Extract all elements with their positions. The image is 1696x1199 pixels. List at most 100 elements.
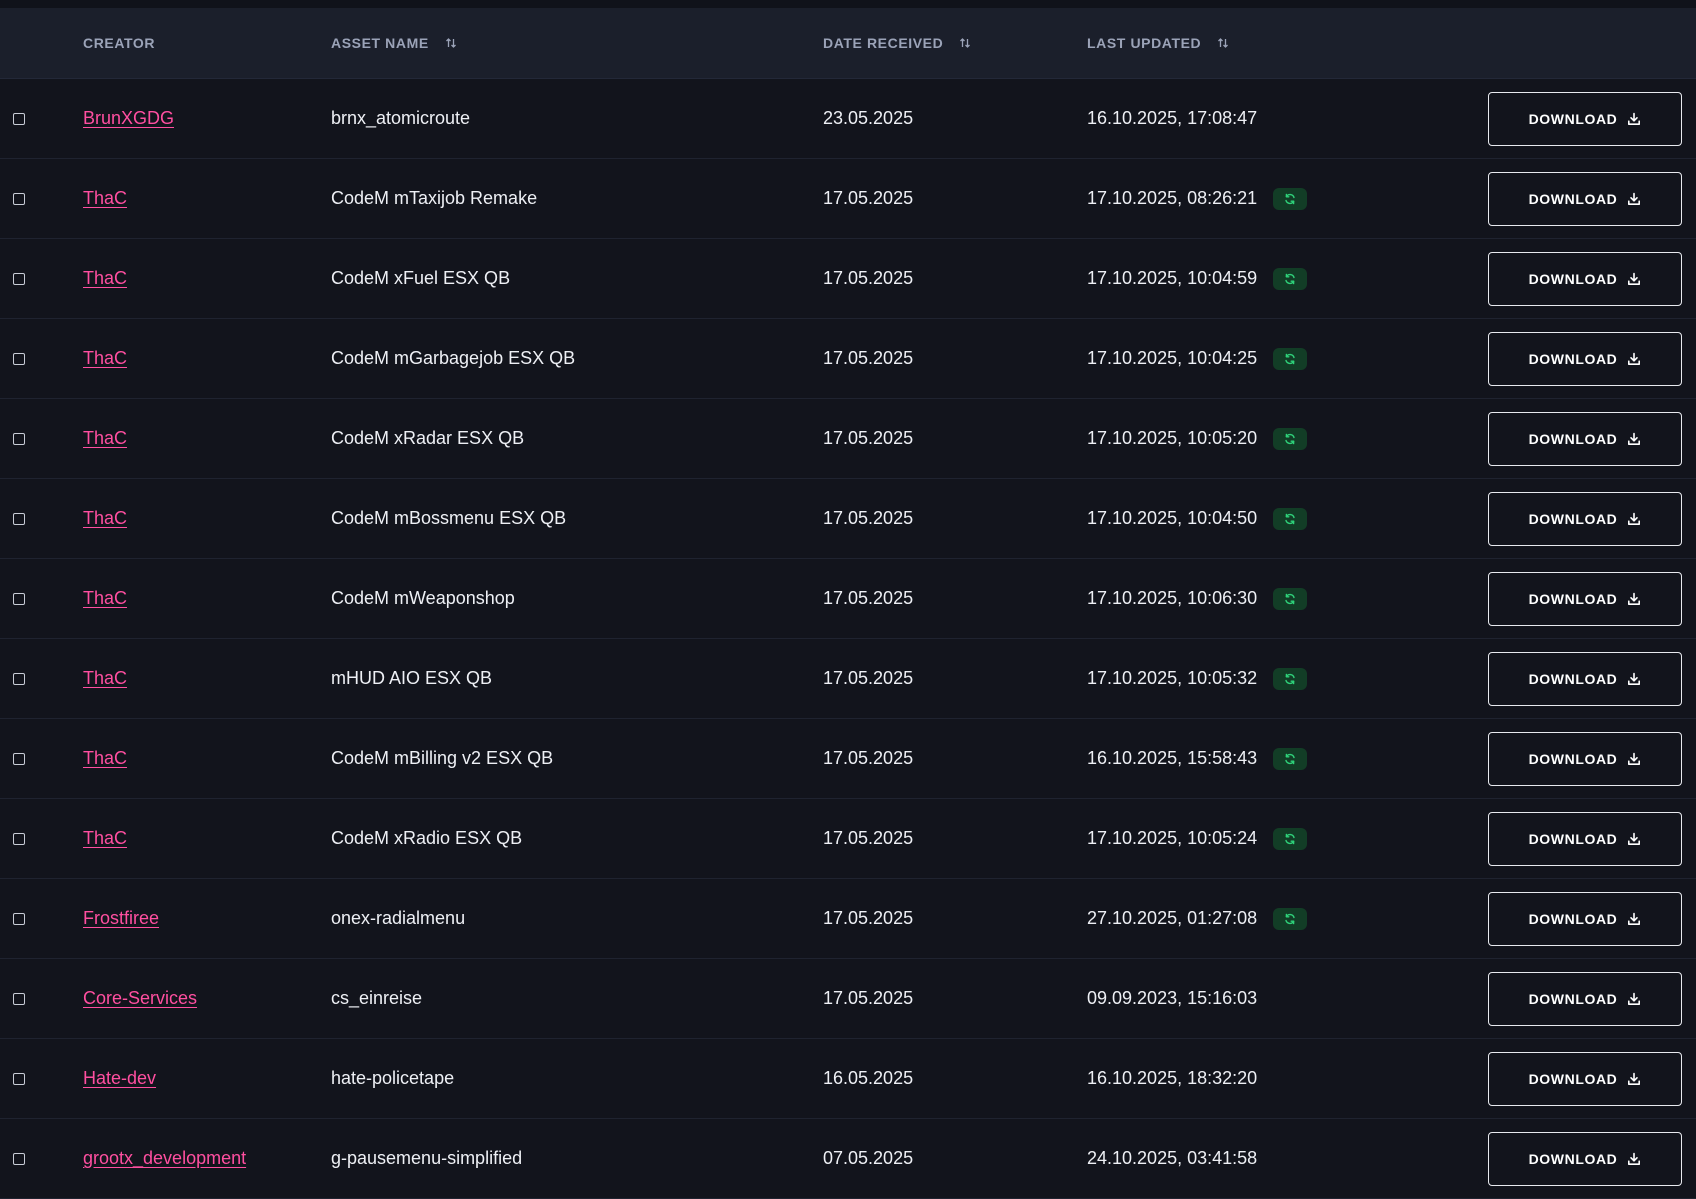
download-button[interactable]: DOWNLOAD — [1488, 1051, 1682, 1106]
download-button-label: DOWNLOAD — [1528, 110, 1618, 127]
row-checkbox[interactable] — [13, 592, 25, 605]
column-header-date-received[interactable]: DATE RECEIVED — [823, 8, 971, 78]
download-button[interactable]: DOWNLOAD — [1488, 731, 1682, 786]
creator-link[interactable]: ThaC — [83, 428, 127, 449]
row-select-cell — [13, 159, 25, 238]
download-button-label: DOWNLOAD — [1528, 990, 1618, 1007]
creator-link[interactable]: ThaC — [83, 348, 127, 369]
download-button[interactable]: DOWNLOAD — [1488, 411, 1682, 466]
date-received-cell: 23.05.2025 — [823, 79, 913, 158]
download-button-label: DOWNLOAD — [1528, 830, 1618, 847]
column-header-creator-label: CREATOR — [83, 35, 156, 51]
download-button[interactable]: DOWNLOAD — [1488, 491, 1682, 546]
last-updated: 27.10.2025, 01:27:08 — [1087, 908, 1258, 928]
column-header-asset-name[interactable]: ASSET NAME — [331, 8, 457, 78]
last-updated-cell: 17.10.2025, 10:04:59 — [1087, 239, 1308, 318]
row-checkbox[interactable] — [13, 672, 25, 685]
row-select-cell — [13, 559, 25, 638]
action-cell: DOWNLOAD — [1488, 639, 1682, 718]
creator-cell: ThaC — [83, 239, 127, 318]
creator-link[interactable]: Hate-dev — [83, 1068, 156, 1089]
last-updated-cell: 09.09.2023, 15:16:03 — [1087, 959, 1257, 1038]
creator-cell: ThaC — [83, 159, 127, 238]
creator-cell: Core-Services — [83, 959, 197, 1038]
download-button[interactable]: DOWNLOAD — [1488, 171, 1682, 226]
creator-link[interactable]: Frostfiree — [83, 908, 159, 929]
creator-link[interactable]: Core-Services — [83, 988, 197, 1009]
action-cell: DOWNLOAD — [1488, 79, 1682, 158]
asset-name: cs_einreise — [331, 988, 423, 1008]
row-checkbox[interactable] — [13, 432, 25, 445]
sort-icon[interactable] — [1217, 37, 1229, 49]
row-checkbox[interactable] — [13, 1152, 25, 1165]
creator-cell: ThaC — [83, 399, 127, 478]
last-updated: 17.10.2025, 10:04:25 — [1087, 348, 1258, 368]
date-received: 17.05.2025 — [823, 348, 914, 368]
action-cell: DOWNLOAD — [1488, 1039, 1682, 1118]
sort-icon[interactable] — [445, 37, 457, 49]
asset-name-cell: CodeM mTaxijob Remake — [331, 159, 537, 238]
creator-cell: ThaC — [83, 719, 127, 798]
download-button[interactable]: DOWNLOAD — [1488, 251, 1682, 306]
download-button-label: DOWNLOAD — [1528, 750, 1618, 767]
last-updated: 17.10.2025, 10:05:20 — [1087, 428, 1258, 448]
date-received: 17.05.2025 — [823, 828, 914, 848]
last-updated-cell: 27.10.2025, 01:27:08 — [1087, 879, 1308, 958]
date-received-cell: 17.05.2025 — [823, 159, 913, 238]
row-checkbox[interactable] — [13, 992, 25, 1005]
last-updated-cell: 17.10.2025, 10:04:50 — [1087, 479, 1308, 558]
row-checkbox[interactable] — [13, 192, 25, 205]
asset-name-cell: g-pausemenu-simplified — [331, 1119, 522, 1198]
table-row: ThaC CodeM xRadar ESX QB 17.05.2025 17.1… — [0, 399, 1696, 479]
last-updated: 09.09.2023, 15:16:03 — [1087, 988, 1258, 1008]
download-icon — [1628, 1072, 1641, 1085]
column-header-last-updated[interactable]: LAST UPDATED — [1087, 8, 1229, 78]
download-icon — [1628, 832, 1641, 845]
download-button[interactable]: DOWNLOAD — [1488, 91, 1682, 146]
date-received: 17.05.2025 — [823, 588, 914, 608]
row-checkbox[interactable] — [13, 112, 25, 125]
row-checkbox[interactable] — [13, 1072, 25, 1085]
download-icon — [1628, 192, 1641, 205]
download-button[interactable]: DOWNLOAD — [1488, 811, 1682, 866]
creator-link[interactable]: grootx_development — [83, 1148, 246, 1169]
creator-link[interactable]: ThaC — [83, 828, 127, 849]
column-header-asset-name-label: ASSET NAME — [331, 35, 429, 51]
row-checkbox[interactable] — [13, 752, 25, 765]
sort-icon[interactable] — [959, 37, 971, 49]
creator-link[interactable]: ThaC — [83, 588, 127, 609]
creator-link[interactable]: ThaC — [83, 508, 127, 529]
creator-link[interactable]: BrunXGDG — [83, 108, 174, 129]
download-button-label: DOWNLOAD — [1528, 270, 1618, 287]
row-select-cell — [13, 479, 25, 558]
last-updated: 24.10.2025, 03:41:58 — [1087, 1148, 1258, 1168]
update-badge — [1273, 507, 1308, 530]
row-checkbox[interactable] — [13, 912, 25, 925]
date-received-cell: 17.05.2025 — [823, 559, 913, 638]
creator-link[interactable]: ThaC — [83, 748, 127, 769]
row-checkbox[interactable] — [13, 832, 25, 845]
download-button[interactable]: DOWNLOAD — [1488, 891, 1682, 946]
download-button[interactable]: DOWNLOAD — [1488, 331, 1682, 386]
action-cell: DOWNLOAD — [1488, 879, 1682, 958]
creator-link[interactable]: ThaC — [83, 268, 127, 289]
download-button[interactable]: DOWNLOAD — [1488, 651, 1682, 706]
creator-link[interactable]: ThaC — [83, 668, 127, 689]
row-checkbox[interactable] — [13, 352, 25, 365]
creator-link[interactable]: ThaC — [83, 188, 127, 209]
row-checkbox[interactable] — [13, 512, 25, 525]
table-row: Frostfiree onex-radialmenu 17.05.2025 27… — [0, 879, 1696, 959]
refresh-icon — [1285, 673, 1295, 684]
date-received-cell: 07.05.2025 — [823, 1119, 913, 1198]
action-cell: DOWNLOAD — [1488, 719, 1682, 798]
date-received: 07.05.2025 — [823, 1148, 914, 1168]
refresh-icon — [1285, 433, 1295, 444]
download-button[interactable]: DOWNLOAD — [1488, 1131, 1682, 1186]
asset-name-cell: CodeM xRadio ESX QB — [331, 799, 522, 878]
update-badge — [1273, 907, 1308, 930]
download-button[interactable]: DOWNLOAD — [1488, 971, 1682, 1026]
row-checkbox[interactable] — [13, 272, 25, 285]
table-row: ThaC CodeM xFuel ESX QB 17.05.2025 17.10… — [0, 239, 1696, 319]
table-body: BrunXGDG brnx_atomicroute 23.05.2025 16.… — [0, 79, 1696, 1199]
download-button[interactable]: DOWNLOAD — [1488, 571, 1682, 626]
